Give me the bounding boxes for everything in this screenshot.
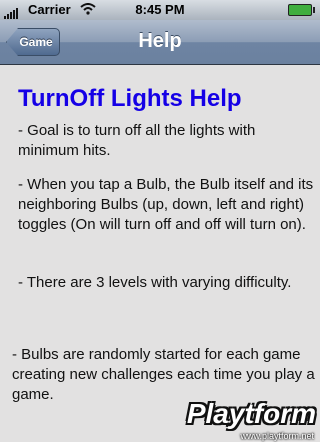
navigation-bar: Game Help <box>0 20 320 65</box>
watermark-logo: Playtform <box>186 398 316 429</box>
help-paragraph: - Goal is to turn off all the lights wit… <box>18 122 256 159</box>
status-time: 8:45 PM <box>135 2 185 17</box>
status-bar: Carrier 8:45 PM <box>0 0 320 20</box>
watermark: Playtform www.playtform.net <box>170 392 320 442</box>
watermark-url: www.playtform.net <box>240 431 314 441</box>
page-title: Help <box>138 30 182 52</box>
battery-icon <box>288 4 315 16</box>
help-content: TurnOff Lights Help - Goal is to turn of… <box>0 65 320 442</box>
help-paragraph: - When you tap a Bulb, the Bulb itself a… <box>18 176 314 233</box>
help-paragraph: - There are 3 levels with varying diffic… <box>18 274 292 291</box>
help-title: TurnOff Lights Help <box>18 85 242 112</box>
